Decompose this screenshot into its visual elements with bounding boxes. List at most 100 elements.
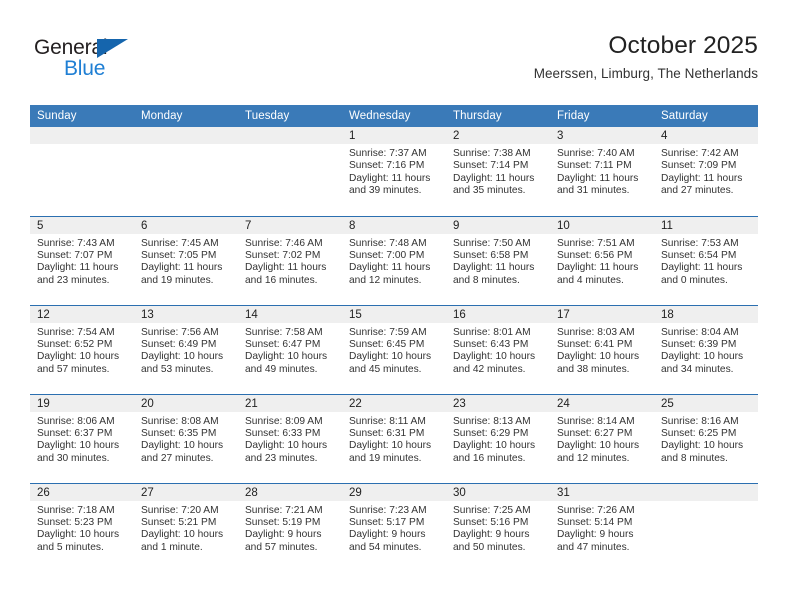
calendar-day-cell[interactable]: 5 Sunrise: 7:43 AM Sunset: 7:07 PM Daylight… (30, 215, 134, 305)
day-details: Sunrise: 7:48 AM Sunset: 7:00 PM Daylight:… (342, 234, 446, 288)
sunrise-text: Sunrise: 8:08 AM (141, 415, 219, 427)
sunset-text: Sunset: 7:07 PM (37, 249, 113, 261)
sunrise-text: Sunrise: 7:20 AM (141, 504, 219, 516)
weekday-header-monday: Monday (134, 105, 238, 127)
day-details: Sunrise: 7:37 AM Sunset: 7:16 PM Daylight:… (342, 144, 446, 198)
day-number: 21 (238, 394, 342, 412)
daylight-text-line1: Daylight: 9 hours (557, 529, 634, 541)
calendar-day-cell[interactable]: 18 Sunrise: 8:04 AM Sunset: 6:39 PM Dayligh… (654, 304, 758, 394)
day-details: Sunrise: 8:09 AM Sunset: 6:33 PM Daylight:… (238, 412, 342, 466)
calendar-day-cell[interactable]: 10 Sunrise: 7:51 AM Sunset: 6:56 PM Dayligh… (550, 215, 654, 305)
weekday-header-wednesday: Wednesday (342, 105, 446, 127)
sunrise-text: Sunrise: 8:04 AM (661, 326, 739, 338)
sunset-text: Sunset: 6:35 PM (141, 427, 217, 439)
calendar-day-cell[interactable]: 9 Sunrise: 7:50 AM Sunset: 6:58 PM Daylight… (446, 215, 550, 305)
sunrise-text: Sunrise: 7:18 AM (37, 504, 115, 516)
sunset-text: Sunset: 6:56 PM (557, 249, 633, 261)
calendar-day-cell[interactable]: 27 Sunrise: 7:20 AM Sunset: 5:21 PM Dayligh… (134, 482, 238, 572)
day-details: Sunrise: 7:56 AM Sunset: 6:49 PM Daylight:… (134, 323, 238, 377)
calendar-day-cell[interactable]: 22 Sunrise: 8:11 AM Sunset: 6:31 PM Dayligh… (342, 393, 446, 483)
day-details: Sunrise: 8:16 AM Sunset: 6:25 PM Daylight:… (654, 412, 758, 466)
calendar-day-cell[interactable]: 25 Sunrise: 8:16 AM Sunset: 6:25 PM Dayligh… (654, 393, 758, 483)
calendar-day-cell[interactable]: 28 Sunrise: 7:21 AM Sunset: 5:19 PM Dayligh… (238, 482, 342, 572)
daylight-text-line1: Daylight: 10 hours (37, 529, 120, 541)
calendar-day-cell[interactable]: 14 Sunrise: 7:58 AM Sunset: 6:47 PM Dayligh… (238, 304, 342, 394)
sunrise-text: Sunrise: 8:16 AM (661, 415, 739, 427)
calendar-day-cell[interactable]: 8 Sunrise: 7:48 AM Sunset: 7:00 PM Daylight… (342, 215, 446, 305)
daylight-text-line2: and 30 minutes. (37, 452, 110, 464)
calendar-day-cell[interactable]: 16 Sunrise: 8:01 AM Sunset: 6:43 PM Dayligh… (446, 304, 550, 394)
calendar-day-cell[interactable]: 6 Sunrise: 7:45 AM Sunset: 7:05 PM Daylight… (134, 215, 238, 305)
calendar-day-cell[interactable]: 13 Sunrise: 7:56 AM Sunset: 6:49 PM Dayligh… (134, 304, 238, 394)
daylight-text-line2: and 5 minutes. (37, 541, 104, 553)
calendar-day-cell[interactable]: 4 Sunrise: 7:42 AM Sunset: 7:09 PM Daylight… (654, 127, 758, 216)
day-number: 6 (134, 216, 238, 234)
daylight-text-line1: Daylight: 10 hours (141, 351, 224, 363)
calendar-day-cell[interactable]: 30 Sunrise: 7:25 AM Sunset: 5:16 PM Dayligh… (446, 482, 550, 572)
daylight-text-line1: Daylight: 11 hours (557, 172, 639, 184)
calendar-day-cell[interactable]: 26 Sunrise: 7:18 AM Sunset: 5:23 PM Dayligh… (30, 482, 134, 572)
sunset-text: Sunset: 5:16 PM (453, 516, 529, 528)
calendar-day-cell[interactable]: 31 Sunrise: 7:26 AM Sunset: 5:14 PM Dayligh… (550, 482, 654, 572)
daylight-text-line2: and 35 minutes. (453, 185, 526, 197)
day-details: Sunrise: 7:58 AM Sunset: 6:47 PM Daylight:… (238, 323, 342, 377)
sunrise-text: Sunrise: 8:01 AM (453, 326, 531, 338)
sunrise-text: Sunrise: 7:21 AM (245, 504, 323, 516)
calendar-day-cell[interactable]: 15 Sunrise: 7:59 AM Sunset: 6:45 PM Dayligh… (342, 304, 446, 394)
daylight-text-line1: Daylight: 10 hours (245, 351, 328, 363)
sunrise-text: Sunrise: 7:43 AM (37, 237, 115, 249)
day-number (654, 483, 758, 501)
sunrise-text: Sunrise: 7:38 AM (453, 148, 531, 159)
calendar-table: Sunday Monday Tuesday Wednesday Thursday Frid… (30, 105, 758, 572)
calendar-day-cell[interactable]: 24 Sunrise: 8:14 AM Sunset: 6:27 PM Dayligh… (550, 393, 654, 483)
sunset-text: Sunset: 7:00 PM (349, 249, 425, 261)
sunset-text: Sunset: 5:19 PM (245, 516, 321, 528)
calendar-day-cell[interactable]: 20 Sunrise: 8:08 AM Sunset: 6:35 PM Dayligh… (134, 393, 238, 483)
sunrise-text: Sunrise: 8:09 AM (245, 415, 323, 427)
sunset-text: Sunset: 6:33 PM (245, 427, 321, 439)
daylight-text-line2: and 8 minutes. (661, 452, 728, 464)
daylight-text-line1: Daylight: 11 hours (245, 262, 327, 274)
day-number: 30 (446, 483, 550, 501)
day-details: Sunrise: 7:51 AM Sunset: 6:56 PM Daylight:… (550, 234, 654, 288)
calendar-day-cell[interactable]: 19 Sunrise: 8:06 AM Sunset: 6:37 PM Dayligh… (30, 393, 134, 483)
calendar-day-cell[interactable]: 11 Sunrise: 7:53 AM Sunset: 6:54 PM Dayligh… (654, 215, 758, 305)
calendar-day-cell[interactable]: 23 Sunrise: 8:13 AM Sunset: 6:29 PM Dayligh… (446, 393, 550, 483)
day-number: 23 (446, 394, 550, 412)
calendar-day-cell[interactable]: 3 Sunrise: 7:40 AM Sunset: 7:11 PM Daylight… (550, 127, 654, 216)
calendar-week-row: 26 Sunrise: 7:18 AM Sunset: 5:23 PM Dayligh… (30, 482, 758, 572)
calendar-day-cell[interactable]: 29 Sunrise: 7:23 AM Sunset: 5:17 PM Dayligh… (342, 482, 446, 572)
daylight-text-line2: and 53 minutes. (141, 363, 214, 375)
daylight-text-line1: Daylight: 9 hours (453, 529, 530, 541)
day-details: Sunrise: 7:21 AM Sunset: 5:19 PM Daylight:… (238, 501, 342, 555)
daylight-text-line1: Daylight: 10 hours (349, 351, 432, 363)
day-details: Sunrise: 8:11 AM Sunset: 6:31 PM Daylight:… (342, 412, 446, 466)
calendar-day-cell[interactable]: 1 Sunrise: 7:37 AM Sunset: 7:16 PM Daylight… (342, 127, 446, 216)
calendar-day-cell[interactable]: 17 Sunrise: 8:03 AM Sunset: 6:41 PM Dayligh… (550, 304, 654, 394)
sunset-text: Sunset: 6:37 PM (37, 427, 113, 439)
weekday-header-tuesday: Tuesday (238, 105, 342, 127)
brand-name-blue: Blue (64, 57, 106, 80)
calendar-day-cell[interactable]: 7 Sunrise: 7:46 AM Sunset: 7:02 PM Daylight… (238, 215, 342, 305)
calendar-day-cell[interactable]: 2 Sunrise: 7:38 AM Sunset: 7:14 PM Daylight… (446, 127, 550, 216)
day-number: 20 (134, 394, 238, 412)
daylight-text-line2: and 34 minutes. (661, 363, 734, 375)
sunset-text: Sunset: 6:39 PM (661, 338, 737, 350)
day-number: 26 (30, 483, 134, 501)
calendar-day-cell[interactable]: 12 Sunrise: 7:54 AM Sunset: 6:52 PM Dayligh… (30, 304, 134, 394)
sunrise-text: Sunrise: 7:37 AM (349, 148, 427, 159)
sunset-text: Sunset: 7:14 PM (453, 160, 529, 172)
sunrise-text: Sunrise: 7:58 AM (245, 326, 323, 338)
sunset-text: Sunset: 5:23 PM (37, 516, 113, 528)
day-number: 22 (342, 394, 446, 412)
brand-logo[interactable]: General Blue (34, 36, 164, 86)
daylight-text-line1: Daylight: 10 hours (349, 440, 432, 452)
daylight-text-line2: and 27 minutes. (141, 452, 214, 464)
calendar-day-cell[interactable]: 21 Sunrise: 8:09 AM Sunset: 6:33 PM Dayligh… (238, 393, 342, 483)
day-number: 3 (550, 127, 654, 144)
sunrise-text: Sunrise: 7:42 AM (661, 148, 739, 159)
day-number: 25 (654, 394, 758, 412)
day-details: Sunrise: 7:20 AM Sunset: 5:21 PM Daylight:… (134, 501, 238, 555)
calendar-week-row: 5 Sunrise: 7:43 AM Sunset: 7:07 PM Daylight… (30, 215, 758, 305)
day-details: Sunrise: 7:26 AM Sunset: 5:14 PM Daylight:… (550, 501, 654, 555)
